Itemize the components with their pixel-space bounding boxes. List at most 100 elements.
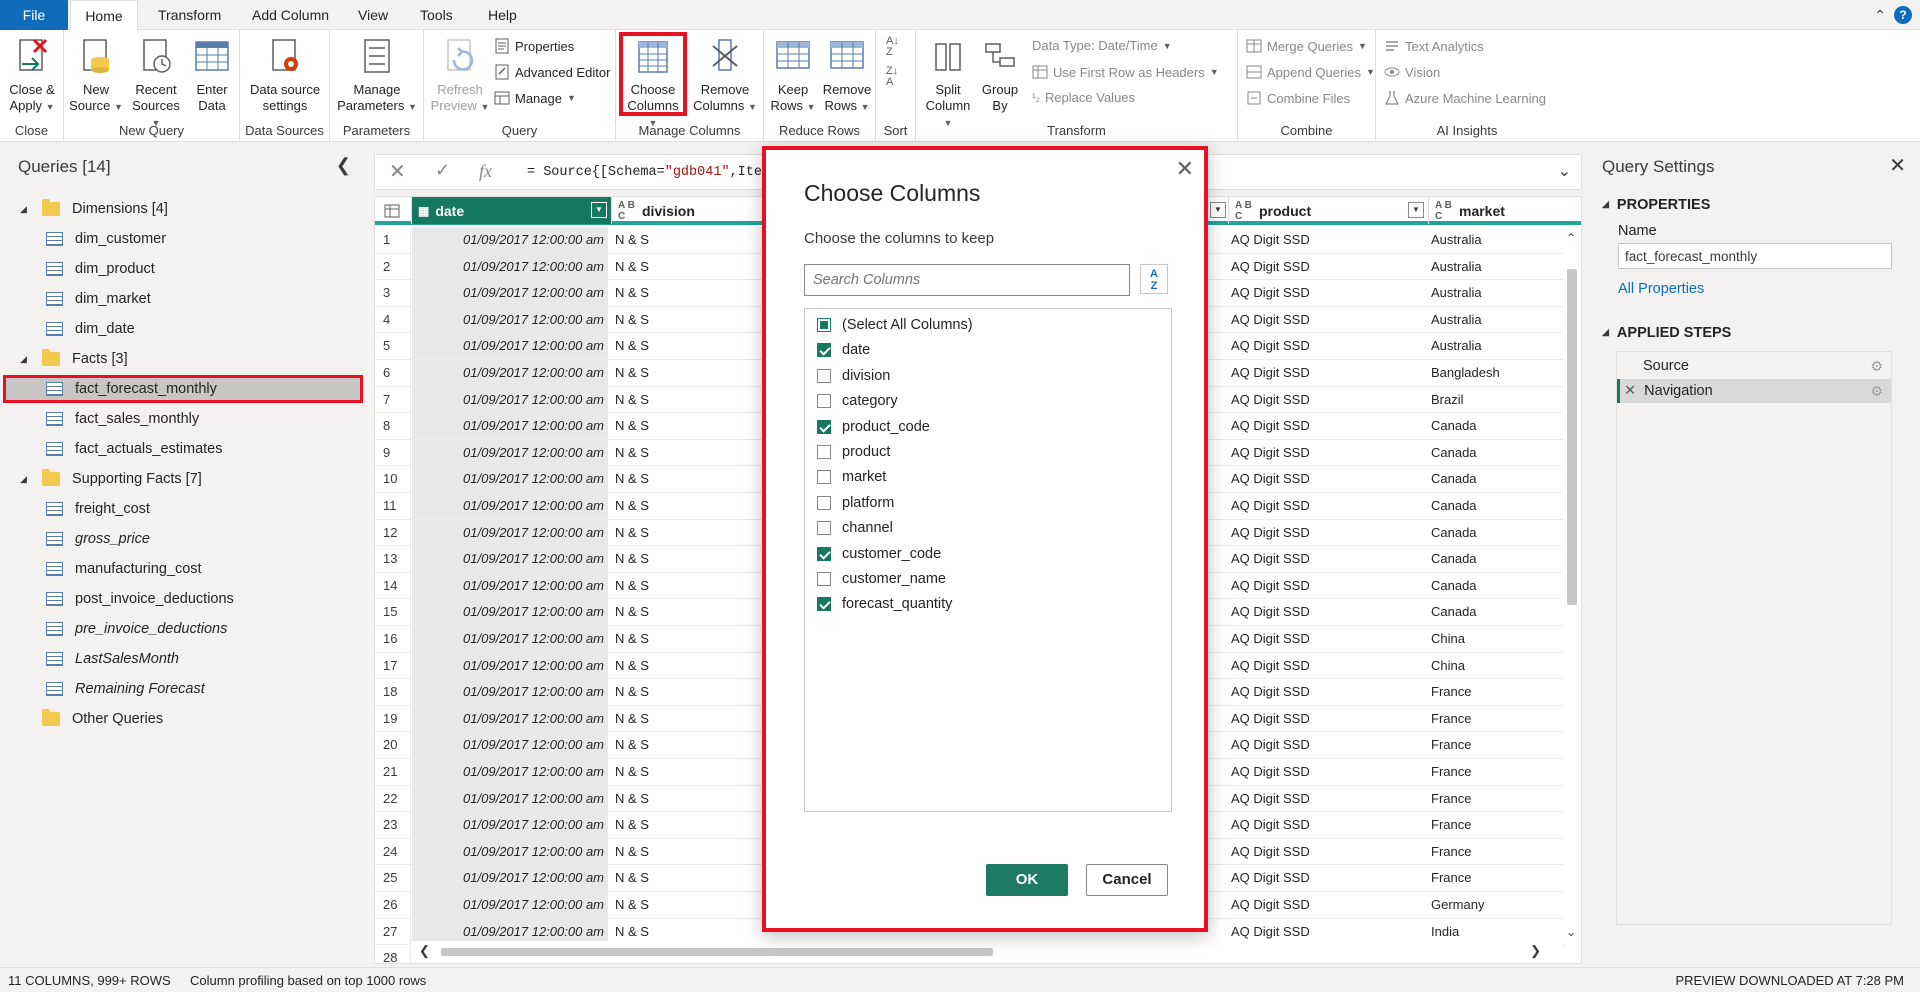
division-cell[interactable]: N & S — [615, 786, 735, 812]
row-number[interactable]: 15 — [375, 599, 411, 626]
date-cell[interactable]: 01/09/2017 12:00:00 am — [412, 732, 608, 759]
query-group[interactable]: ◢ Supporting Facts [7] — [0, 465, 365, 493]
checkbox[interactable] — [817, 368, 831, 383]
market-cell[interactable]: France — [1431, 679, 1561, 705]
confirm-formula-icon[interactable]: ✓ — [435, 160, 450, 181]
market-cell[interactable]: Australia — [1431, 280, 1561, 306]
product-cell[interactable]: AQ Digit SSD — [1231, 759, 1421, 785]
date-cell[interactable]: 01/09/2017 12:00:00 am — [412, 892, 608, 918]
product-cell[interactable]: AQ Digit SSD — [1231, 786, 1421, 812]
advanced-editor-button[interactable]: Advanced Editor — [494, 64, 610, 80]
query-item[interactable]: dim_customer — [0, 225, 365, 253]
row-number[interactable]: 4 — [375, 306, 411, 333]
row-number[interactable]: 7 — [375, 386, 411, 413]
recent-sources-button[interactable]: Recent Sources ▼ — [126, 36, 186, 131]
help-icon[interactable]: ? — [1894, 6, 1912, 24]
product-cell[interactable]: AQ Digit SSD — [1231, 440, 1421, 466]
row-number[interactable]: 18 — [375, 679, 411, 706]
product-cell[interactable]: AQ Digit SSD — [1231, 679, 1421, 705]
product-cell[interactable]: AQ Digit SSD — [1231, 254, 1421, 280]
division-cell[interactable]: N & S — [615, 280, 735, 306]
scroll-down-icon[interactable]: ⌄ — [1566, 925, 1576, 939]
checkbox[interactable] — [817, 445, 831, 459]
step-navigation[interactable]: ✕ Navigation ⚙ — [1617, 379, 1891, 403]
market-cell[interactable]: France — [1431, 812, 1561, 838]
market-cell[interactable]: Australia — [1431, 333, 1561, 359]
column-checkbox-item[interactable]: product — [817, 440, 890, 464]
row-number[interactable]: 1 — [375, 227, 411, 253]
row-number[interactable]: 23 — [375, 812, 411, 839]
date-cell[interactable]: 01/09/2017 12:00:00 am — [412, 705, 608, 732]
product-cell[interactable]: AQ Digit SSD — [1231, 839, 1421, 865]
division-cell[interactable]: N & S — [615, 254, 735, 280]
date-cell[interactable]: 01/09/2017 12:00:00 am — [412, 652, 608, 679]
division-cell[interactable]: N & S — [615, 466, 735, 492]
manage-parameters-button[interactable]: Manage Parameters ▼ — [334, 36, 420, 115]
date-cell[interactable]: 01/09/2017 12:00:00 am — [412, 865, 608, 892]
product-cell[interactable]: AQ Digit SSD — [1231, 360, 1421, 386]
market-cell[interactable]: Australia — [1431, 227, 1561, 253]
date-cell[interactable]: 01/09/2017 12:00:00 am — [412, 626, 608, 652]
market-cell[interactable]: Canada — [1431, 599, 1561, 625]
query-item[interactable]: manufacturing_cost — [0, 555, 365, 583]
date-cell[interactable]: 01/09/2017 12:00:00 am — [412, 546, 608, 573]
query-item[interactable]: fact_actuals_estimates — [0, 435, 365, 463]
market-cell[interactable]: France — [1431, 839, 1561, 865]
checkbox[interactable] — [817, 597, 831, 612]
row-number[interactable]: 16 — [375, 626, 411, 652]
division-cell[interactable]: N & S — [615, 333, 735, 359]
new-source-button[interactable]: New Source ▼ — [68, 36, 124, 115]
division-cell[interactable]: N & S — [615, 573, 735, 599]
column-checkbox-item[interactable]: customer_name — [817, 567, 946, 591]
date-cell[interactable]: 01/09/2017 12:00:00 am — [412, 759, 608, 785]
text-analytics-button[interactable]: Text Analytics — [1384, 38, 1484, 54]
vertical-scrollbar[interactable]: ⌃ ⌄ — [1563, 225, 1581, 939]
gear-icon[interactable]: ⚙ — [1870, 383, 1883, 400]
query-item[interactable]: LastSalesMonth — [0, 645, 365, 673]
product-cell[interactable]: AQ Digit SSD — [1231, 812, 1421, 838]
row-number[interactable]: 28 — [375, 945, 411, 963]
row-number[interactable]: 17 — [375, 652, 411, 679]
division-cell[interactable]: N & S — [615, 759, 735, 785]
product-cell[interactable]: AQ Digit SSD — [1231, 706, 1421, 732]
column-checkbox-item[interactable]: product_code — [817, 415, 930, 439]
azure-ml-button[interactable]: Azure Machine Learning — [1384, 90, 1546, 106]
checkbox[interactable] — [817, 521, 831, 536]
column-checkbox-item[interactable]: customer_code — [817, 542, 941, 566]
column-header-date[interactable]: ▦ date ▼ — [412, 197, 612, 224]
market-cell[interactable]: China — [1431, 626, 1561, 652]
close-apply-button[interactable]: Close & Apply ▼ — [4, 36, 60, 115]
checkbox[interactable] — [817, 343, 831, 358]
row-number[interactable]: 3 — [375, 280, 411, 307]
market-cell[interactable]: France — [1431, 786, 1561, 812]
product-cell[interactable]: AQ Digit SSD — [1231, 892, 1421, 918]
gear-icon[interactable]: ⚙ — [1870, 358, 1883, 375]
scroll-thumb[interactable] — [441, 948, 993, 956]
remove-columns-button[interactable]: Remove Columns ▼ — [692, 36, 758, 115]
row-number[interactable]: 25 — [375, 865, 411, 892]
vision-button[interactable]: Vision — [1384, 64, 1440, 80]
column-header-market[interactable]: A B C market — [1429, 197, 1581, 224]
query-group[interactable]: Other Queries — [0, 705, 365, 733]
date-cell[interactable]: 01/09/2017 12:00:00 am — [412, 360, 608, 386]
market-cell[interactable]: Bangladesh — [1431, 360, 1561, 386]
row-number[interactable]: 14 — [375, 572, 411, 599]
division-cell[interactable]: N & S — [615, 440, 735, 466]
division-cell[interactable]: N & S — [615, 387, 735, 413]
checkbox[interactable] — [817, 572, 831, 586]
row-number[interactable]: 20 — [375, 732, 411, 759]
column-checkbox-item[interactable]: market — [817, 465, 886, 489]
row-number[interactable]: 8 — [375, 413, 411, 440]
query-item[interactable]: pre_invoice_deductions — [0, 615, 365, 643]
query-item[interactable]: dim_date — [0, 315, 365, 343]
tab-file[interactable]: File — [0, 0, 68, 30]
row-number[interactable]: 12 — [375, 519, 411, 546]
checkbox[interactable] — [817, 419, 831, 434]
market-cell[interactable]: France — [1431, 732, 1561, 758]
search-columns-input[interactable] — [804, 264, 1130, 296]
division-cell[interactable]: N & S — [615, 839, 735, 865]
market-cell[interactable]: Canada — [1431, 493, 1561, 519]
market-cell[interactable]: Canada — [1431, 573, 1561, 599]
checkbox[interactable] — [817, 546, 831, 561]
expand-formula-icon[interactable]: ⌄ — [1558, 161, 1571, 181]
